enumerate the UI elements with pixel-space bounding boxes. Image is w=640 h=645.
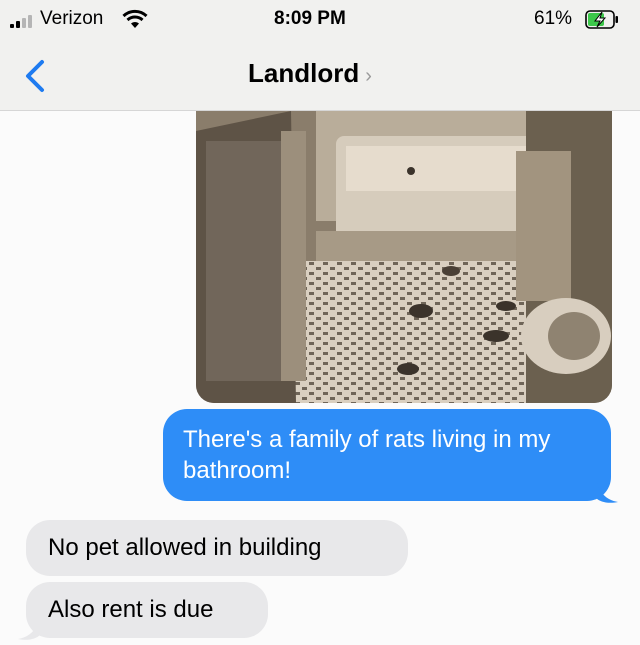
signal-strength-icon xyxy=(10,14,36,28)
battery-percentage: 61% xyxy=(534,8,573,29)
status-bar: Verizon 8:09 PM 61% xyxy=(0,6,640,34)
back-chevron-icon[interactable] xyxy=(20,58,50,94)
message-text: There's a family of rats living in my ba… xyxy=(183,426,551,484)
received-bubble-tail xyxy=(18,615,40,640)
message-text: Also rent is due xyxy=(48,596,214,623)
received-message-bubble[interactable]: Also rent is due xyxy=(26,582,268,638)
contact-name: Landlord xyxy=(248,58,360,88)
clock-time: 8:09 PM xyxy=(274,8,346,29)
contact-name-button[interactable]: Landlord › xyxy=(248,58,372,89)
sent-bubble-tail xyxy=(596,478,618,503)
received-message-bubble[interactable]: No pet allowed in building xyxy=(26,520,408,576)
carrier-name: Verizon xyxy=(40,8,104,29)
battery-charging-icon xyxy=(585,10,618,29)
navigation-header: Verizon 8:09 PM 61% Landlord › xyxy=(0,0,640,111)
sent-message-bubble[interactable]: There's a family of rats living in my ba… xyxy=(163,409,611,501)
sent-image-message[interactable] xyxy=(196,111,612,403)
message-text: No pet allowed in building xyxy=(48,534,322,561)
bathroom-photo-image xyxy=(196,111,612,403)
chevron-right-icon: › xyxy=(365,65,372,87)
wifi-icon xyxy=(122,9,148,28)
